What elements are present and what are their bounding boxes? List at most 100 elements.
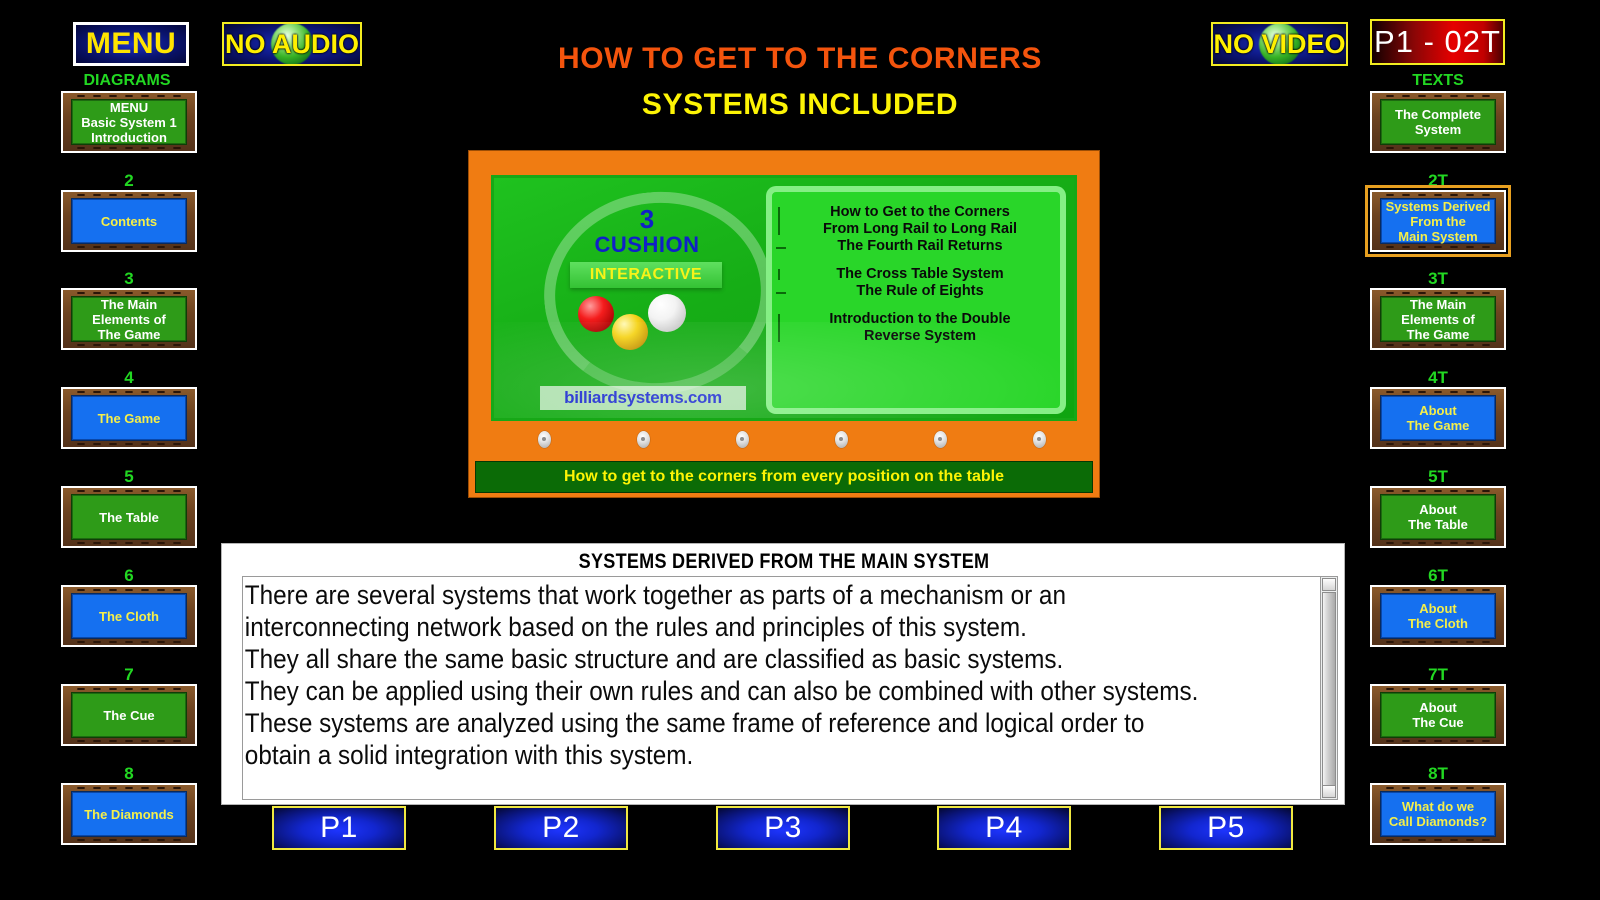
promo-rail-diamonds: [491, 431, 1077, 449]
table-rail: The Cloth: [63, 587, 195, 645]
diagram-item-label: MENU Basic System 1 Introduction: [71, 99, 187, 145]
diagram-item-label: The Cue: [71, 692, 187, 738]
text-scrollbar[interactable]: [1320, 577, 1337, 799]
diagram-item-label: The Cloth: [71, 593, 187, 639]
diagram-button-number: 2: [124, 171, 134, 190]
table-rail: About The Table: [1372, 488, 1504, 546]
text-item-label: What do we Call Diamonds?: [1380, 791, 1496, 837]
promo-contents-panel: How to Get to the Corners From Long Rail …: [766, 186, 1066, 414]
table-rail: The Game: [63, 389, 195, 447]
diagram-item-8[interactable]: The Diamonds: [61, 783, 197, 845]
promo-bullet: The Rule of Eights: [776, 283, 1052, 300]
text-item-label: About The Table: [1380, 494, 1496, 540]
text-item-3T[interactable]: The Main Elements of The Game: [1370, 288, 1506, 350]
table-rail: MENU Basic System 1 Introduction: [63, 93, 195, 151]
text-button-number: 6T: [1428, 566, 1448, 585]
no-video-button[interactable]: NO VIDEO: [1211, 22, 1348, 66]
promo-bullet: Introduction to the Double Reverse System: [778, 311, 1052, 345]
text-panel: SYSTEMS DERIVED FROM THE MAIN SYSTEM The…: [221, 543, 1345, 805]
rail-diamond-icon: [1033, 431, 1046, 448]
brand-logo: 3 CUSHION INTERACTIVE billiardsystems.co…: [522, 180, 782, 416]
pager-button-p4[interactable]: P4: [937, 806, 1071, 850]
table-rail: What do we Call Diamonds?: [1372, 785, 1504, 843]
text-button-number: 4T: [1428, 368, 1448, 387]
scrollbar-thumb[interactable]: [1322, 592, 1336, 792]
diagram-item-5[interactable]: The Table: [61, 486, 197, 548]
promo-table-surface: 3 CUSHION INTERACTIVE billiardsystems.co…: [491, 175, 1077, 421]
pager-button-p2[interactable]: P2: [494, 806, 628, 850]
no-video-label: NO VIDEO: [1213, 28, 1346, 59]
text-button-number: 5T: [1428, 467, 1448, 486]
table-rail: The Main Elements of The Game: [63, 290, 195, 348]
text-item-6T[interactable]: About The Cloth: [1370, 585, 1506, 647]
yellow-ball-icon: [612, 314, 648, 350]
diagram-item-label: The Main Elements of The Game: [71, 296, 187, 342]
text-item-label: The Complete System: [1380, 99, 1496, 145]
scroll-down-button[interactable]: [1322, 785, 1336, 798]
left-sidebar-heading: DIAGRAMS: [83, 72, 171, 89]
diagram-button-number: 5: [124, 467, 134, 486]
pager-button-p5[interactable]: P5: [1159, 806, 1293, 850]
table-rail: Contents: [63, 192, 195, 250]
white-ball-icon: [648, 294, 686, 332]
right-sidebar-heading: TEXTS: [1412, 72, 1464, 89]
diagram-item-6[interactable]: The Cloth: [61, 585, 197, 647]
text-button-number: 3T: [1428, 269, 1448, 288]
diagram-item-label: The Table: [71, 494, 187, 540]
text-item-4T[interactable]: About The Game: [1370, 387, 1506, 449]
promo-bullet-list: How to Get to the Corners From Long Rail …: [772, 192, 1060, 345]
logo-interactive-badge: INTERACTIVE: [570, 262, 722, 288]
promo-caption: How to get to the corners from every pos…: [475, 461, 1093, 493]
scroll-up-button[interactable]: [1322, 578, 1336, 591]
logo-number: 3: [639, 204, 655, 234]
logo-cushion-text: CUSHION: [594, 232, 700, 257]
rail-diamond-icon: [538, 431, 551, 448]
table-rail: The Diamonds: [63, 785, 195, 843]
diagram-item-3[interactable]: The Main Elements of The Game: [61, 288, 197, 350]
no-audio-label: NO AUDIO: [225, 28, 359, 59]
table-rail: Systems Derived From the Main System: [1372, 192, 1504, 250]
table-rail: About The Game: [1372, 389, 1504, 447]
text-item-label: Systems Derived From the Main System: [1380, 198, 1496, 244]
text-item-label: About The Cue: [1380, 692, 1496, 738]
diagram-button-number: 8: [124, 764, 134, 783]
text-item-2T[interactable]: Systems Derived From the Main System: [1365, 185, 1511, 257]
text-button-number: 7T: [1428, 665, 1448, 684]
text-item-1[interactable]: The Complete System: [1370, 91, 1506, 153]
website-label: billiardsystems.com: [540, 386, 746, 410]
diagram-button-number: 4: [124, 368, 134, 387]
promo-bullet: The Cross Table System: [778, 266, 1052, 283]
text-item-8T[interactable]: What do we Call Diamonds?: [1370, 783, 1506, 845]
diagram-item-4[interactable]: The Game: [61, 387, 197, 449]
table-rail: About The Cloth: [1372, 587, 1504, 645]
bullet-spacer: [788, 300, 1052, 311]
text-item-label: The Main Elements of The Game: [1380, 296, 1496, 342]
pager-button-p1[interactable]: P1: [272, 806, 406, 850]
table-rail: The Table: [63, 488, 195, 546]
promo-bullet: How to Get to the Corners From Long Rail …: [778, 204, 1052, 238]
text-item-5T[interactable]: About The Table: [1370, 486, 1506, 548]
diagram-item-1[interactable]: MENU Basic System 1 Introduction: [61, 91, 197, 153]
promo-image[interactable]: 3 CUSHION INTERACTIVE billiardsystems.co…: [468, 150, 1100, 498]
diagram-item-2[interactable]: Contents: [61, 190, 197, 252]
text-body: There are several systems that work toge…: [244, 580, 1199, 770]
text-item-label: About The Cloth: [1380, 593, 1496, 639]
red-ball-icon: [578, 296, 614, 332]
table-rail: The Complete System: [1372, 93, 1504, 151]
diagram-item-label: The Game: [71, 395, 187, 441]
diagram-button-number: 7: [124, 665, 134, 684]
diagram-item-label: Contents: [71, 198, 187, 244]
text-button-number: 2T: [1428, 171, 1448, 190]
text-panel-title: SYSTEMS DERIVED FROM THE MAIN SYSTEM: [578, 550, 990, 573]
rail-diamond-icon: [637, 431, 650, 448]
text-button-number: 8T: [1428, 764, 1448, 783]
text-item-7T[interactable]: About The Cue: [1370, 684, 1506, 746]
pager-button-p3[interactable]: P3: [716, 806, 850, 850]
no-audio-button[interactable]: NO AUDIO: [222, 22, 362, 66]
diagram-item-7[interactable]: The Cue: [61, 684, 197, 746]
text-item-label: About The Game: [1380, 395, 1496, 441]
table-rail: The Cue: [63, 686, 195, 744]
diagram-button-number: 6: [124, 566, 134, 585]
table-rail: The Main Elements of The Game: [1372, 290, 1504, 348]
rail-diamond-icon: [835, 431, 848, 448]
